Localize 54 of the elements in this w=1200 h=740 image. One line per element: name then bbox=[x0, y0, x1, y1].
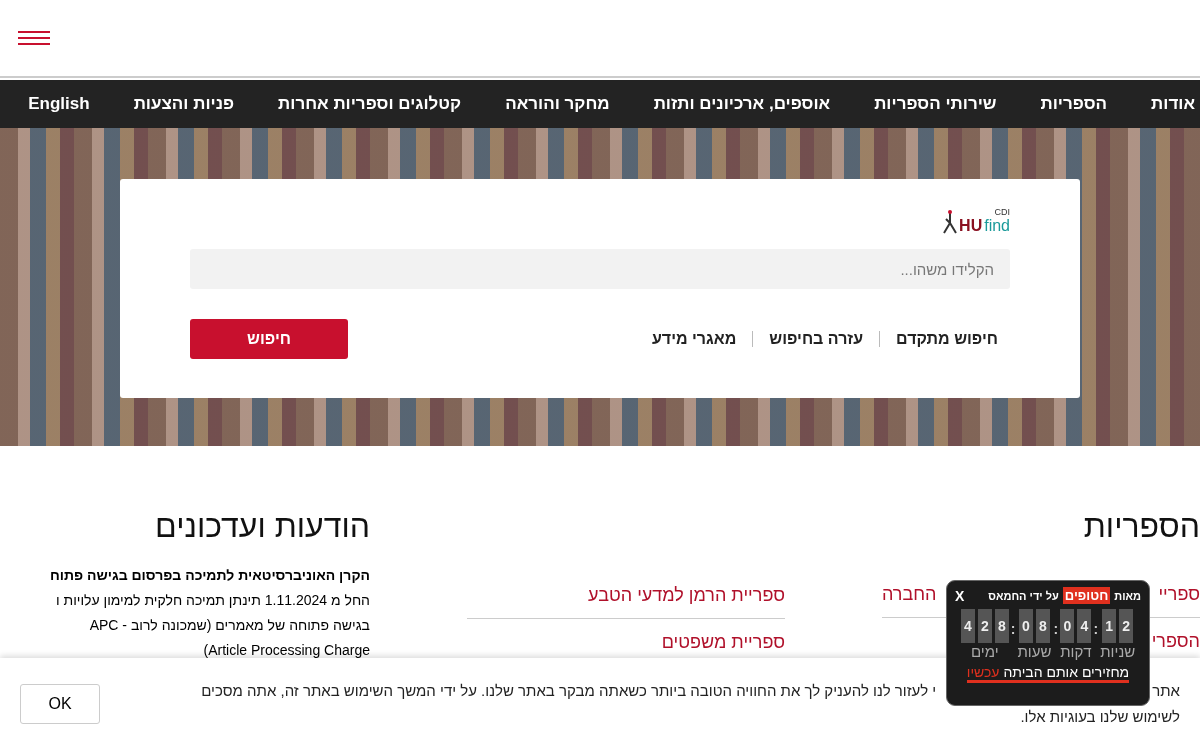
cookie-text: י לעזור לנו להעניק לך את החוויה הטובה ביותר כשאתה מבקר באתר שלנו. על ידי המשך השימוש באתר זה, אתה מסכים bbox=[201, 682, 937, 699]
timer-digit: 2 bbox=[1119, 609, 1134, 643]
news-headline: הקרן האוניברסיטאית לתמיכה בפרסום בגישה פתוח bbox=[48, 567, 370, 583]
menu-icon[interactable] bbox=[18, 31, 50, 45]
timer-digit: 0 bbox=[1060, 609, 1075, 643]
popup-link[interactable]: מחזירים אותם הביתה עכשיו bbox=[966, 664, 1130, 683]
timer-label: ימים bbox=[971, 643, 999, 660]
nav-link[interactable]: שירותי הספריות bbox=[874, 94, 997, 114]
timer-digit: 4 bbox=[1077, 609, 1092, 643]
search-link[interactable]: מאגרי מידע bbox=[651, 330, 737, 348]
nav-link[interactable]: מחקר והוראה bbox=[505, 94, 610, 114]
section-title: הודעות ועדכונים bbox=[154, 508, 370, 545]
news-text: החל מ 1.11.2024 תינתן תמיכה חלקית למימון עלויות ו bbox=[54, 592, 370, 608]
cookie-text: לשימוש שלנו בעוגיות אלו. bbox=[1020, 708, 1180, 725]
timer-label: דקות bbox=[1060, 643, 1092, 660]
timer-digit: 4 bbox=[960, 609, 975, 643]
timer-digit: 8 bbox=[994, 609, 1009, 643]
nav-link[interactable]: English bbox=[28, 94, 90, 114]
ok-button[interactable]: OK bbox=[20, 684, 100, 724]
timer-separator: : bbox=[1053, 621, 1059, 637]
nav-link[interactable]: אודות bbox=[1151, 94, 1195, 114]
timer-digit: 0 bbox=[1019, 609, 1033, 643]
library-link[interactable]: ספריי bbox=[1158, 583, 1200, 605]
timer-digit: 1 bbox=[1102, 609, 1117, 643]
section-title: הספריות bbox=[1082, 508, 1200, 545]
nav-link[interactable]: קטלוגים וספריות אחרות bbox=[278, 94, 462, 114]
library-link[interactable]: ספריית משפטים bbox=[661, 631, 785, 653]
popup-title: מאות bbox=[1114, 589, 1141, 602]
timer-digit: 2 bbox=[977, 609, 992, 643]
logo-text: HU bbox=[959, 217, 983, 235]
library-link[interactable]: החברה bbox=[882, 583, 937, 605]
nav-link[interactable]: פניות והצעות bbox=[133, 94, 235, 114]
logo-figure-icon bbox=[943, 209, 958, 235]
logo-text: find bbox=[984, 217, 1010, 235]
timer-separator: : bbox=[1010, 621, 1016, 637]
search-button[interactable]: חיפוש bbox=[190, 319, 348, 359]
timer-digit: 8 bbox=[1036, 609, 1050, 643]
close-button[interactable]: X bbox=[955, 587, 965, 604]
library-link[interactable]: הספרי bbox=[1151, 630, 1200, 652]
news-text: (Article Processing Charge bbox=[202, 642, 370, 658]
timer-separator: : bbox=[1093, 621, 1099, 637]
news-text: בגישה פתוחה של מאמרים (שמכונה לרוב - APC bbox=[88, 617, 370, 633]
timer-label: שניות bbox=[1100, 643, 1136, 660]
search-field[interactable]: הקלידו משהו... bbox=[190, 249, 1010, 289]
popup-title: חטופים bbox=[1062, 587, 1111, 604]
search-link[interactable]: עזרה בחיפוש bbox=[769, 330, 864, 348]
search-link[interactable]: חיפוש מתקדם bbox=[896, 330, 998, 348]
timer-label: שעות bbox=[1017, 643, 1052, 660]
library-link[interactable]: ספריית הרמן למדעי הטבע bbox=[588, 584, 785, 606]
nav-link[interactable]: אוספים, ארכיונים ותזות bbox=[653, 94, 831, 114]
popup-title: על ידי החמאס bbox=[988, 589, 1059, 602]
nav-link[interactable]: הספריות bbox=[1040, 94, 1108, 114]
logo-text: CDI bbox=[994, 208, 1010, 217]
cookie-text: אתר bbox=[1152, 682, 1180, 699]
